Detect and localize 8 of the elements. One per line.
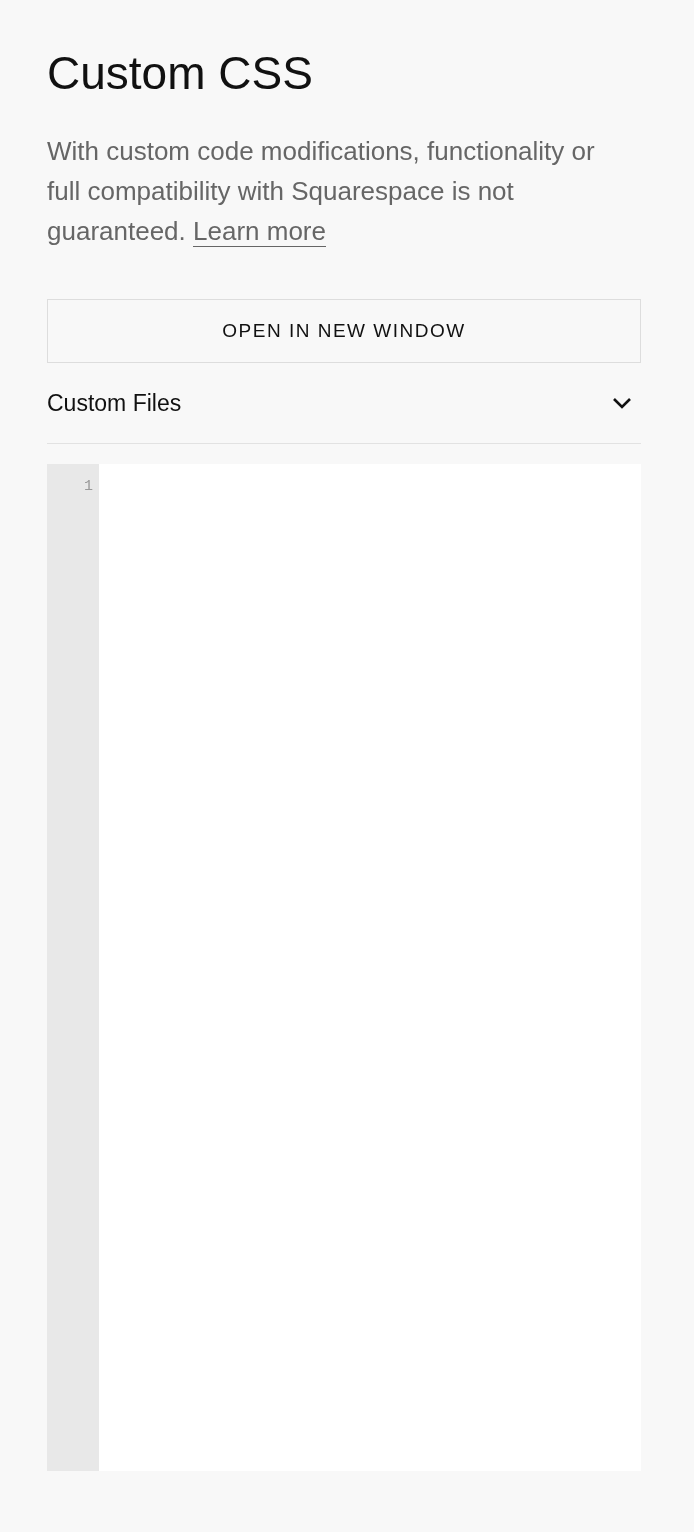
open-in-new-window-button[interactable]: OPEN IN NEW WINDOW bbox=[47, 299, 641, 363]
page-title: Custom CSS bbox=[47, 46, 314, 101]
description-text: With custom code modifications, functionality or full compatibility with Squarespace is not guaranteed. Learn more bbox=[47, 135, 596, 249]
chevron-icon[interactable] bbox=[612, 397, 632, 409]
learn-more-link[interactable]: Learn more bbox=[193, 216, 326, 247]
line-number: 1 bbox=[83, 478, 94, 495]
custom-files-dropdown[interactable]: Custom Files bbox=[47, 363, 641, 444]
section-label: Custom Files bbox=[47, 389, 182, 417]
